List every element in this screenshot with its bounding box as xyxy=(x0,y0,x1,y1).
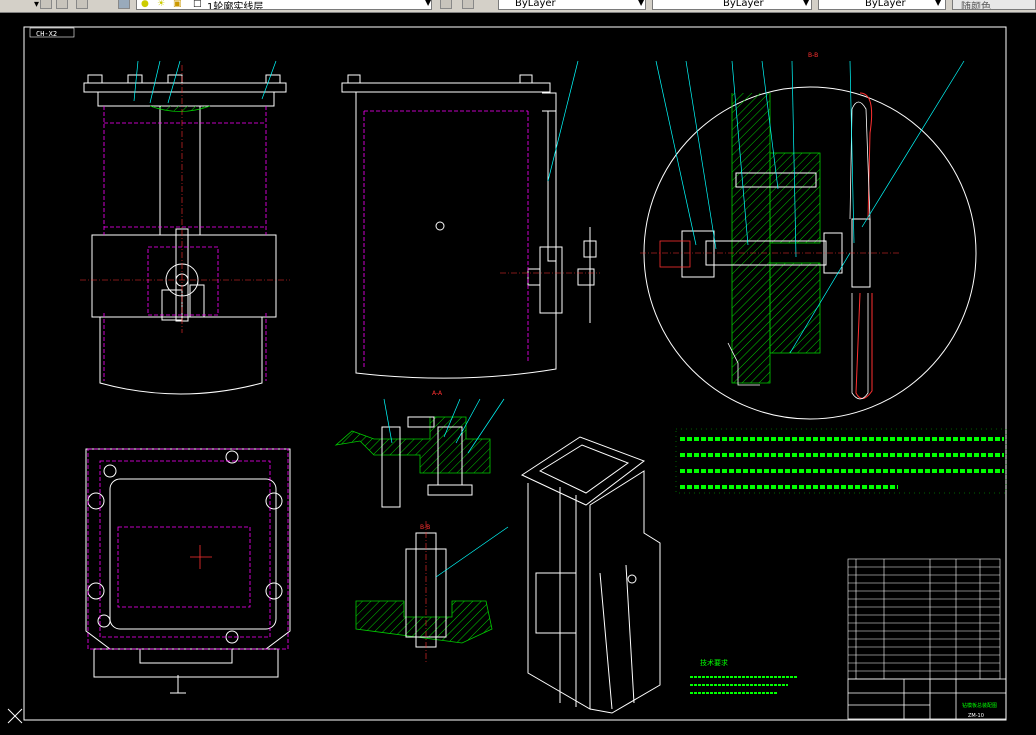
toolbar-button-1[interactable] xyxy=(40,0,52,9)
layer-icon[interactable] xyxy=(118,0,130,9)
lineweight-select[interactable]: ByLayer xyxy=(818,0,946,10)
color-value: ByLayer xyxy=(515,0,556,9)
dropdown-arrow-icon[interactable]: ▾ xyxy=(34,0,40,11)
color-square-icon: □ xyxy=(193,0,202,9)
section-a-view xyxy=(334,416,491,508)
lock-icon: ▣ xyxy=(173,0,182,9)
cad-drawing: CH-X2 B-B A-A B-B 技术要求 钻模板总装配图 ZM-10 xyxy=(7,26,1007,724)
ucs-crosshair-icon xyxy=(7,708,23,724)
side-view-hidden-lines xyxy=(363,110,529,369)
top-view xyxy=(85,448,291,694)
lineweight-value: ByLayer xyxy=(865,0,906,9)
plotstyle-select[interactable]: 随颜色 xyxy=(952,0,1036,10)
title-block-code: ZM-10 xyxy=(968,713,984,719)
color-dropdown-arrow-icon[interactable]: ▼ xyxy=(638,0,644,7)
linetype-dropdown-arrow-icon[interactable]: ▼ xyxy=(803,0,809,7)
section-b-view xyxy=(355,532,493,648)
toolbar-button-2[interactable] xyxy=(76,0,88,9)
layer-state-icon[interactable] xyxy=(440,0,452,9)
notes-area xyxy=(675,428,1007,494)
isometric-view xyxy=(520,436,661,714)
plotstyle-value: 随颜色 xyxy=(961,2,991,10)
top-view-center-mark xyxy=(190,545,212,569)
layer-previous-icon[interactable] xyxy=(462,0,474,9)
layer-name: 1轮廓实线层 xyxy=(207,2,264,10)
drawing-canvas[interactable]: CH-X2 B-B A-A B-B 技术要求 钻模板总装配图 ZM-10 xyxy=(0,13,1036,735)
tech-requirements xyxy=(690,676,798,694)
frame-tag: CH-X2 xyxy=(36,30,57,38)
section-b-leader xyxy=(435,526,509,578)
lightbulb-icon: ● xyxy=(141,0,149,9)
section-a-callout: A-A xyxy=(432,390,443,397)
title-block-name: 钻模板总装配图 xyxy=(962,702,997,709)
side-view xyxy=(341,74,597,379)
notes-title: 技术要求 xyxy=(700,658,728,667)
section-b-callout: B-B xyxy=(420,524,430,531)
grid-icon[interactable] xyxy=(56,0,68,9)
parts-list xyxy=(847,558,1001,680)
detail-scale-label: B-B xyxy=(808,52,818,59)
sun-icon: ☀ xyxy=(157,0,166,9)
linetype-select[interactable]: ByLayer xyxy=(652,0,812,10)
front-view-hatch xyxy=(149,105,211,112)
layer-dropdown-arrow-icon[interactable]: ▼ xyxy=(425,0,431,7)
side-view-leader xyxy=(547,60,579,182)
properties-toolbar: ▾ ● ☀ ▣ □ 1轮廓实线层 ▼ ByLayer ▼ ByLayer ▼ B… xyxy=(0,0,1036,13)
lineweight-dropdown-arrow-icon[interactable]: ▼ xyxy=(935,0,941,7)
front-view-centerlines xyxy=(80,65,290,333)
front-view-hidden-lines xyxy=(103,106,267,381)
layer-select[interactable]: ● ☀ ▣ □ 1轮廓实线层 xyxy=(136,0,432,10)
front-view-leaders xyxy=(133,60,277,104)
drawing-frame xyxy=(23,26,1007,721)
color-select[interactable]: ByLayer xyxy=(498,0,646,10)
linetype-value: ByLayer xyxy=(723,0,764,9)
